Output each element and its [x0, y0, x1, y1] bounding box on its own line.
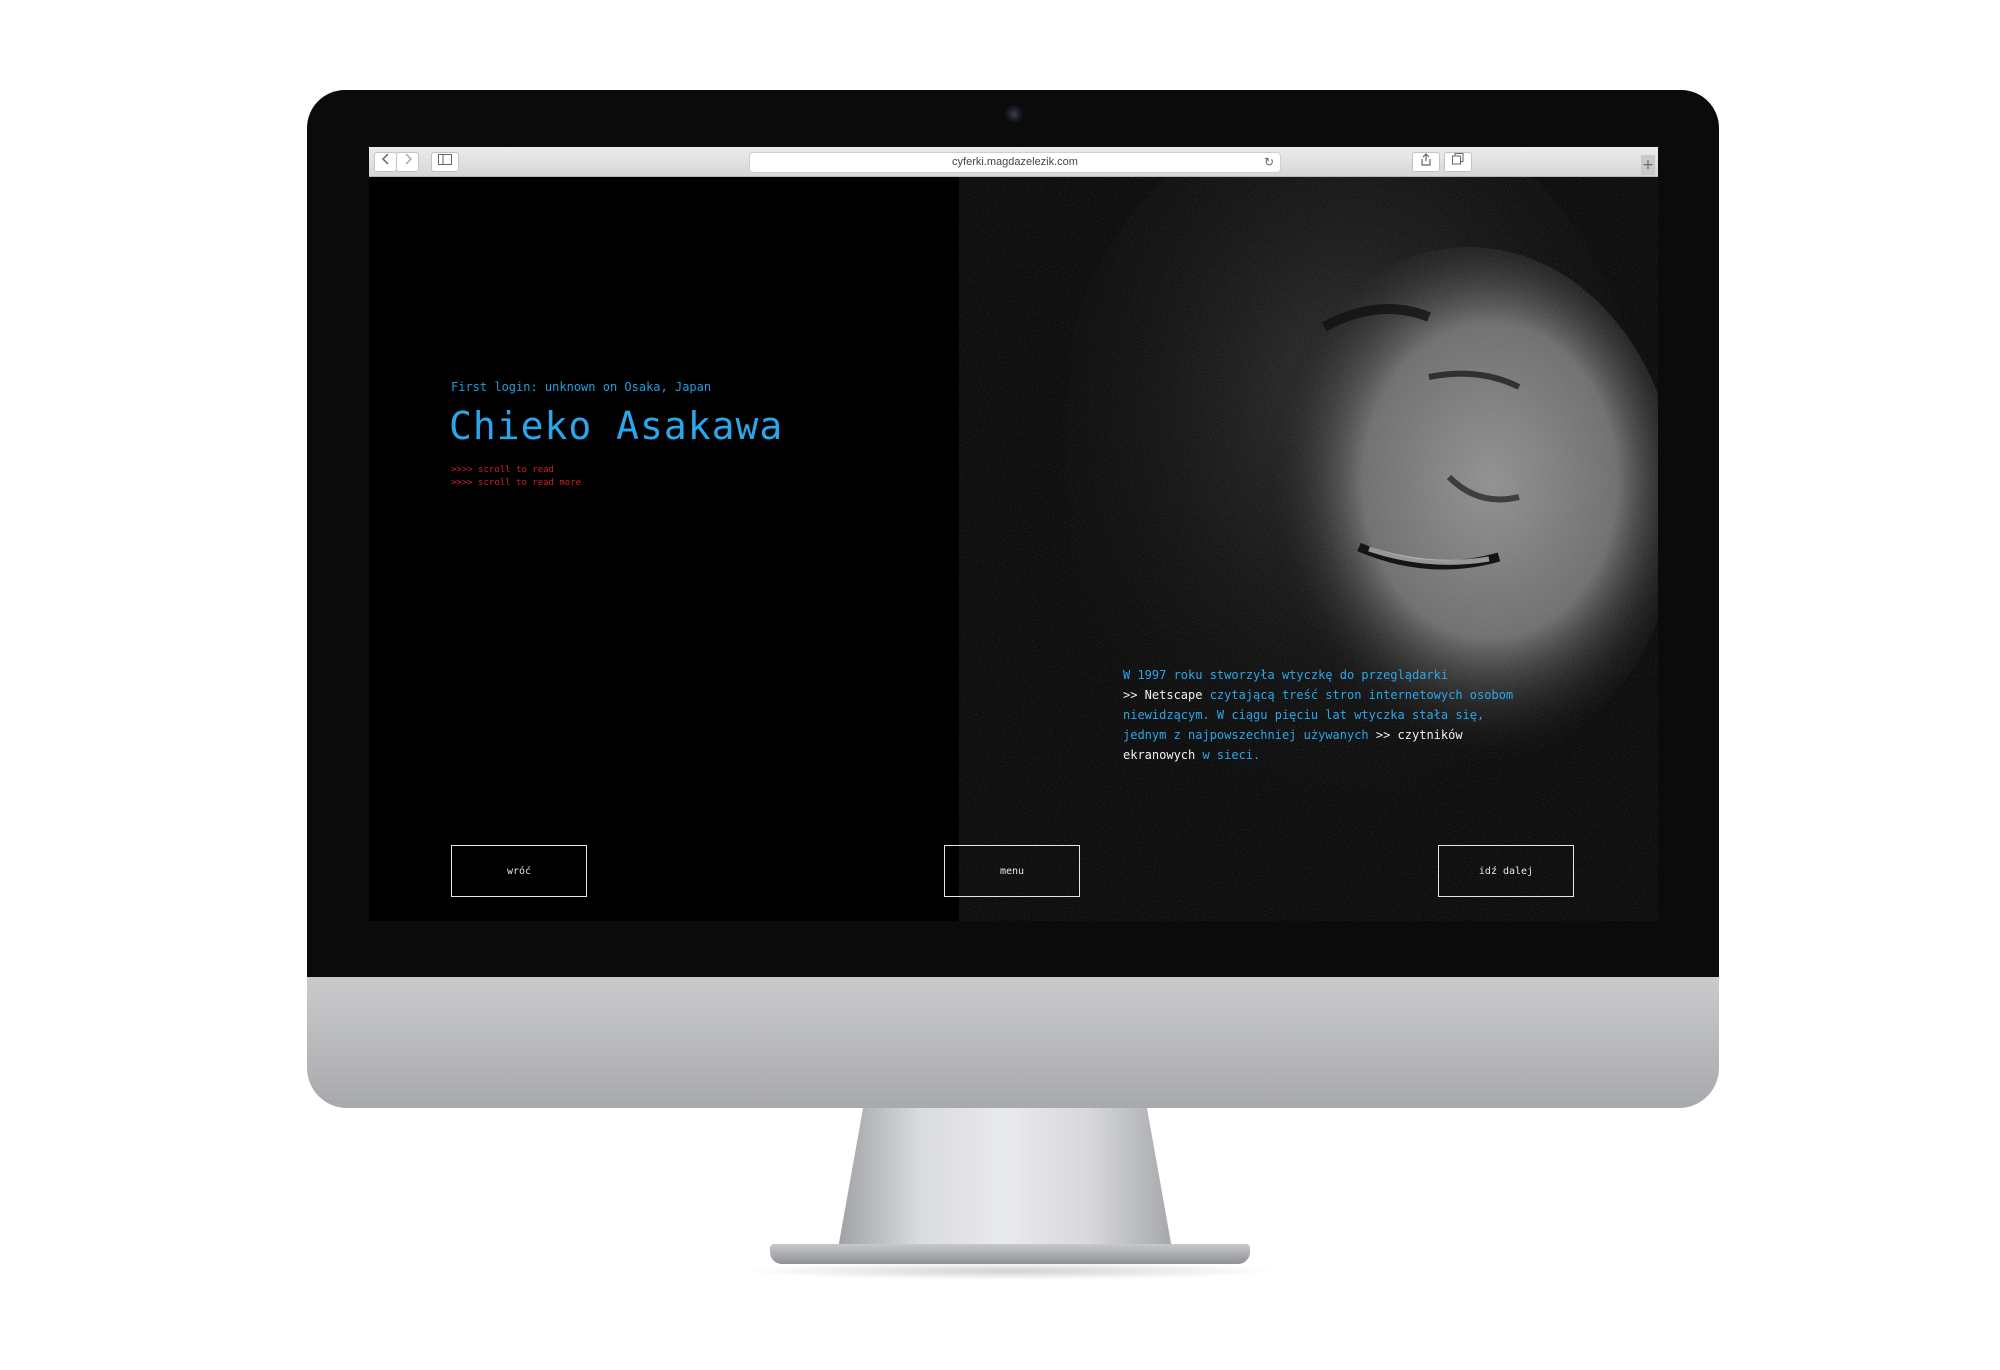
menu-button[interactable]: menu	[944, 845, 1080, 897]
plus-icon[interactable]: +	[1641, 155, 1655, 175]
story-link-netscape[interactable]: >> Netscape	[1123, 688, 1202, 702]
url-text: cyferki.magdazelezik.com	[952, 156, 1078, 168]
monitor-chin	[307, 977, 1719, 1108]
chevron-right-icon	[404, 153, 412, 165]
chevron-left-icon	[381, 153, 389, 165]
browser-window: cyferki.magdazelezik.com ↻ + First login…	[369, 147, 1658, 921]
reload-icon[interactable]: ↻	[1264, 153, 1274, 172]
story-text: jednym z najpowszechniej używanych	[1123, 728, 1369, 742]
story-link-readers[interactable]: >> czytników	[1369, 728, 1463, 742]
page-content: First login: unknown on Osaka, Japan Chi…	[369, 177, 1658, 921]
story-text: czytającą treść stron internetowych osob…	[1202, 688, 1514, 702]
forward-nav-button[interactable]	[396, 152, 419, 172]
portrait-image	[959, 177, 1658, 921]
story-text: niewidzącym. W ciągu pięciu lat wtyczka …	[1123, 708, 1485, 722]
scroll-hint: >>>> scroll to read more	[451, 478, 582, 488]
story-text: W 1997 roku stworzyła wtyczkę do przeglą…	[1123, 668, 1449, 682]
share-icon	[1421, 153, 1431, 166]
share-button[interactable]	[1412, 152, 1440, 172]
next-button[interactable]: idź dalej	[1438, 845, 1574, 897]
browser-toolbar: cyferki.magdazelezik.com ↻ +	[369, 147, 1658, 177]
login-line: First login: unknown on Osaka, Japan	[451, 380, 712, 394]
stand-shadow	[740, 1262, 1280, 1280]
back-nav-button[interactable]	[374, 152, 397, 172]
sidebar-button[interactable]	[431, 152, 459, 172]
address-bar[interactable]: cyferki.magdazelezik.com ↻	[749, 152, 1281, 173]
story-link-readers[interactable]: ekranowych	[1123, 748, 1195, 762]
webcam-icon	[1005, 105, 1023, 123]
sidebar-icon	[438, 154, 452, 165]
monitor-stand	[836, 1108, 1174, 1260]
page-title: Chieko Asakawa	[449, 404, 784, 448]
tabs-icon	[1452, 153, 1464, 165]
tabs-button[interactable]	[1444, 152, 1472, 172]
story-paragraph: W 1997 roku stworzyła wtyczkę do przeglą…	[1123, 665, 1543, 765]
scroll-hint: >>>> scroll to read	[451, 465, 554, 475]
back-button[interactable]: wróć	[451, 845, 587, 897]
story-text: w sieci.	[1195, 748, 1261, 762]
monitor-base	[770, 1244, 1250, 1264]
